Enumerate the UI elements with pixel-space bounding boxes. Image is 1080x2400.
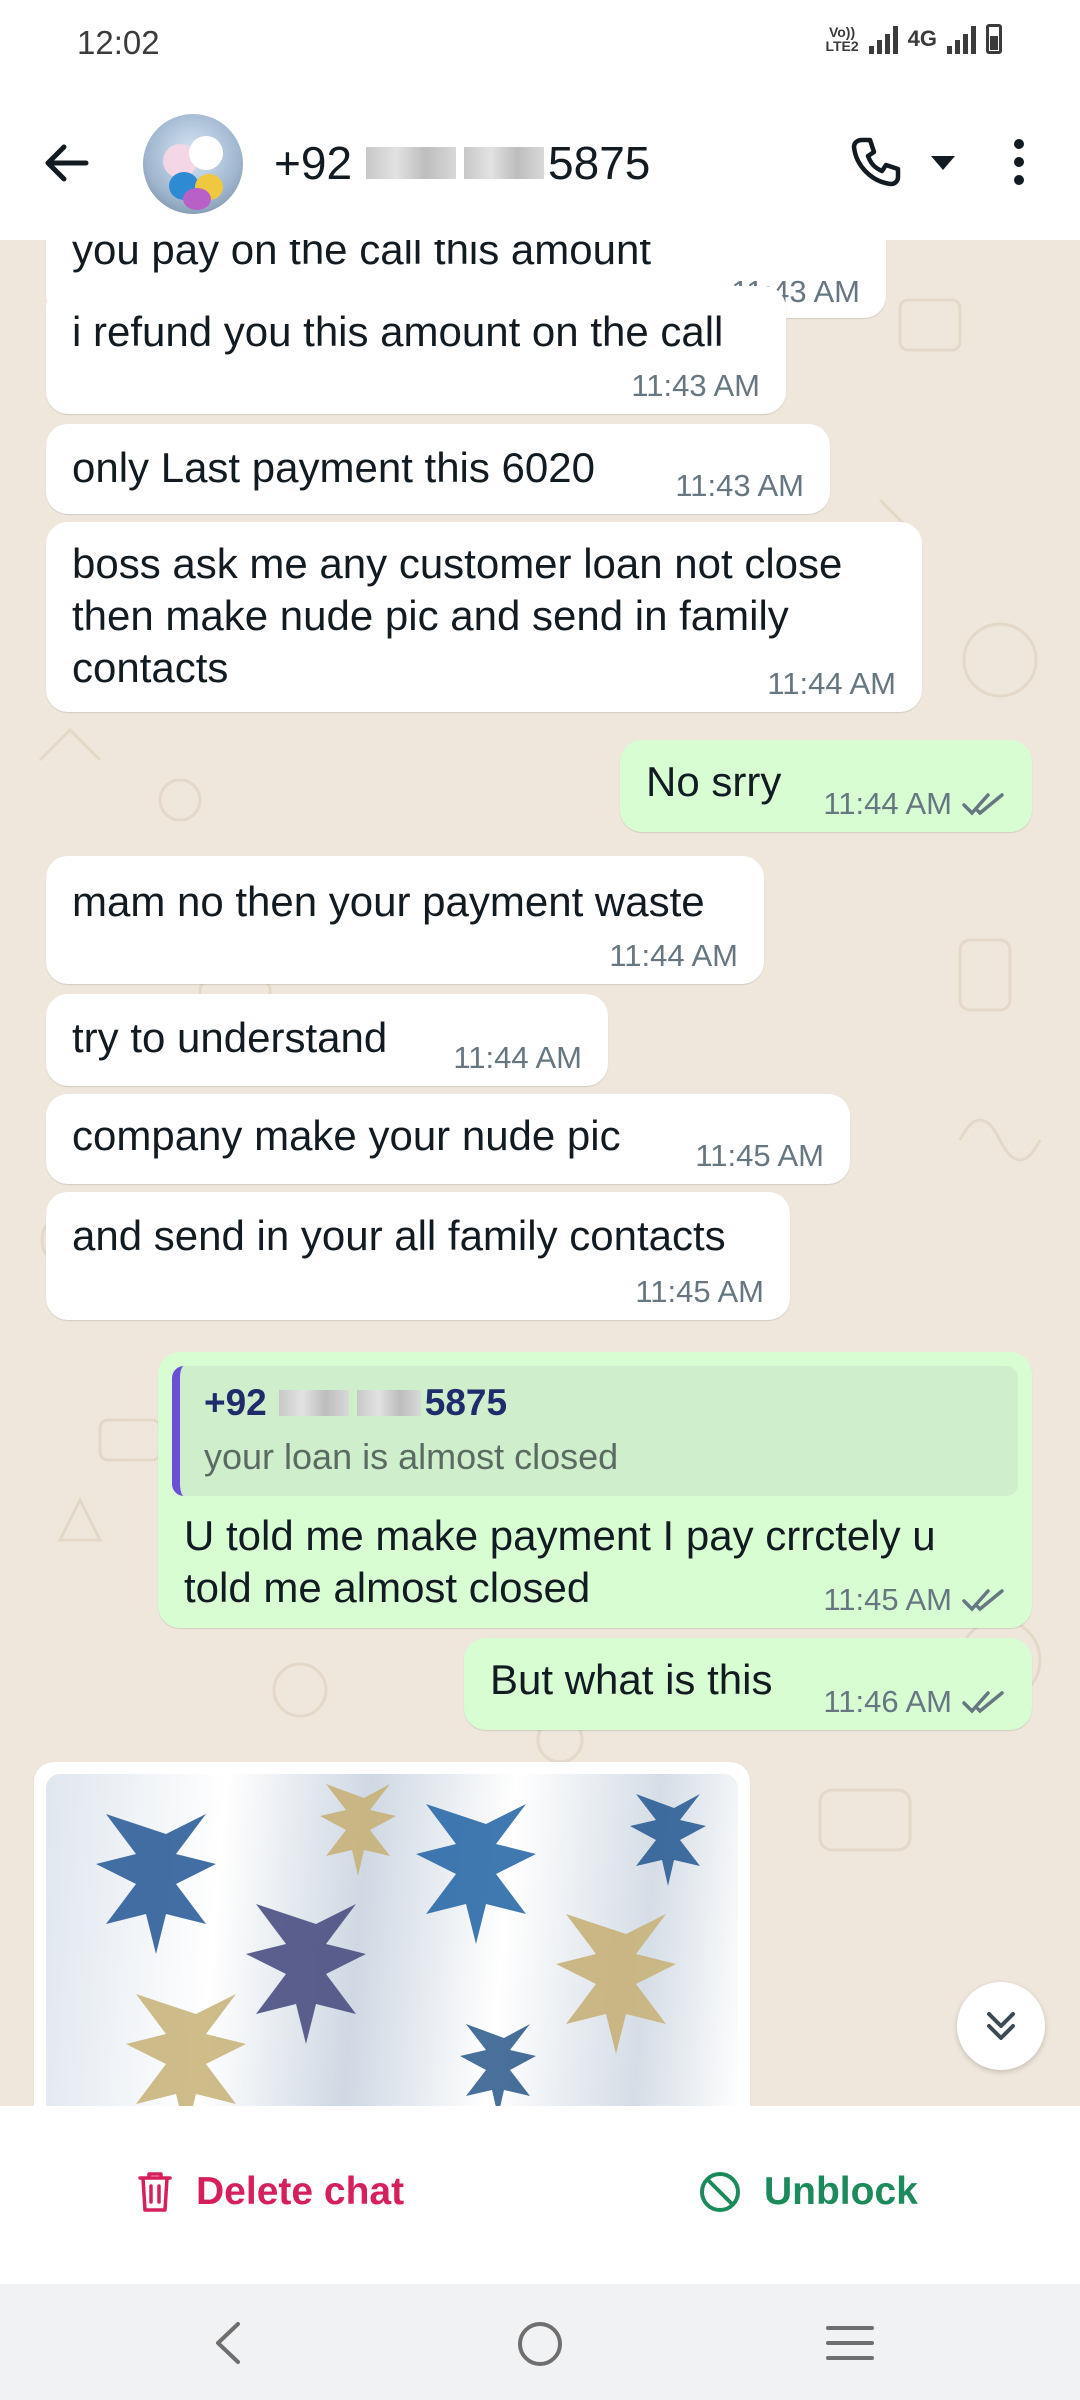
read-ticks-icon	[962, 1589, 1004, 1612]
status-bar: 12:02 Vo)) LTE2 4G	[0, 0, 1080, 90]
quoted-text: your loan is almost closed	[204, 1436, 619, 1477]
contact-name[interactable]: +92 5875	[274, 136, 650, 190]
message-incoming[interactable]: try to understand 11:44 AM	[46, 994, 608, 1086]
nav-recents-icon[interactable]	[824, 2320, 876, 2366]
image-message[interactable]	[34, 1762, 750, 2106]
chat-area[interactable]: you pay on the call this amount 11:43 AM…	[0, 240, 1080, 2106]
shared-image[interactable]	[46, 1774, 738, 2106]
message-time: 11:44 AM	[767, 666, 896, 701]
message-incoming[interactable]: and send in your all family contacts 11:…	[46, 1192, 790, 1320]
leaf-pattern-image	[96, 1784, 706, 2106]
message-incoming[interactable]: i refund you this amount on the call 11:…	[46, 286, 786, 414]
network-type: 4G	[907, 26, 937, 51]
unblock-label: Unblock	[764, 2170, 918, 2213]
volte-icon: Vo)) LTE2	[825, 24, 859, 54]
message-text: and send in your all family contacts	[72, 1212, 726, 1259]
nav-home-icon[interactable]	[516, 2320, 564, 2368]
message-time: 11:43 AM	[675, 468, 804, 503]
back-arrow-icon[interactable]	[38, 135, 94, 191]
message-time: 11:44 AM	[453, 1040, 582, 1075]
call-icon[interactable]	[848, 134, 904, 190]
message-time: 11:46 AM	[823, 1684, 1006, 1720]
status-icons: Vo)) LTE2 4G	[825, 24, 1002, 54]
message-text-line: told me almost closed	[184, 1564, 591, 1611]
message-time: 11:44 AM	[609, 938, 738, 973]
chat-header: +92 5875	[0, 90, 1080, 240]
message-text: No srry	[646, 758, 782, 805]
message-text: you pay on the call this amount	[72, 240, 652, 273]
message-text: mam no then your payment waste	[72, 878, 705, 925]
quoted-message[interactable]: +92 5875 your loan is almost closed	[172, 1366, 1018, 1496]
message-text: But what is this	[490, 1656, 773, 1703]
avatar[interactable]	[143, 114, 243, 214]
message-text: i refund you this amount on the call	[72, 308, 724, 355]
status-time: 12:02	[77, 24, 160, 61]
message-text-line: then make nude pic and send in family	[72, 592, 789, 639]
redacted-block	[464, 147, 545, 179]
redacted-block	[278, 1390, 349, 1416]
message-text-line: contacts	[72, 644, 229, 691]
signal-2-icon	[947, 24, 976, 54]
message-outgoing[interactable]: No srry 11:44 AM	[620, 740, 1032, 832]
more-vert-icon[interactable]	[1004, 134, 1034, 190]
unblock-button[interactable]: Unblock	[698, 2170, 918, 2214]
block-icon	[700, 2172, 740, 2212]
message-incoming[interactable]: mam no then your payment waste 11:44 AM	[46, 856, 764, 984]
message-text-line: U told me make payment I pay crrctely u	[184, 1512, 936, 1559]
message-incoming[interactable]: company make your nude pic 11:45 AM	[46, 1094, 850, 1184]
message-time: 11:43 AM	[631, 368, 760, 403]
message-text-line: boss ask me any customer loan not close	[72, 540, 843, 587]
signal-icon	[868, 24, 898, 54]
read-ticks-icon	[962, 1691, 1004, 1714]
redacted-block	[366, 147, 457, 179]
blocked-actions-bar: Delete chat Unblock	[0, 2106, 1080, 2284]
delete-chat-button[interactable]: Delete chat	[136, 2170, 404, 2214]
message-text: company make your nude pic	[72, 1112, 621, 1159]
message-time: 11:45 AM	[823, 1582, 1006, 1618]
double-chevron-down-icon	[987, 2012, 1015, 2040]
message-time: 11:45 AM	[695, 1138, 824, 1173]
nav-back-icon[interactable]	[208, 2320, 248, 2366]
message-text: only Last payment this 6020	[72, 444, 595, 491]
message-text: try to understand	[72, 1014, 388, 1061]
trash-icon	[138, 2172, 172, 2212]
battery-icon	[986, 24, 1002, 54]
redacted-block	[356, 1390, 421, 1416]
scroll-to-bottom-button[interactable]	[957, 1982, 1045, 2070]
message-outgoing-reply[interactable]: +92 5875 your loan is almost closed U to…	[158, 1352, 1032, 1628]
message-time: 11:45 AM	[635, 1274, 764, 1309]
caret-down-icon[interactable]	[928, 152, 958, 174]
delete-chat-label: Delete chat	[196, 2170, 405, 2213]
read-ticks-icon	[962, 793, 1004, 816]
quoted-sender: +92 5875	[204, 1382, 508, 1423]
message-incoming[interactable]: only Last payment this 6020 11:43 AM	[46, 424, 830, 514]
system-nav-bar	[0, 2284, 1080, 2400]
message-time: 11:44 AM	[823, 786, 1006, 822]
message-incoming[interactable]: boss ask me any customer loan not close …	[46, 522, 922, 712]
message-outgoing[interactable]: But what is this 11:46 AM	[464, 1638, 1032, 1730]
